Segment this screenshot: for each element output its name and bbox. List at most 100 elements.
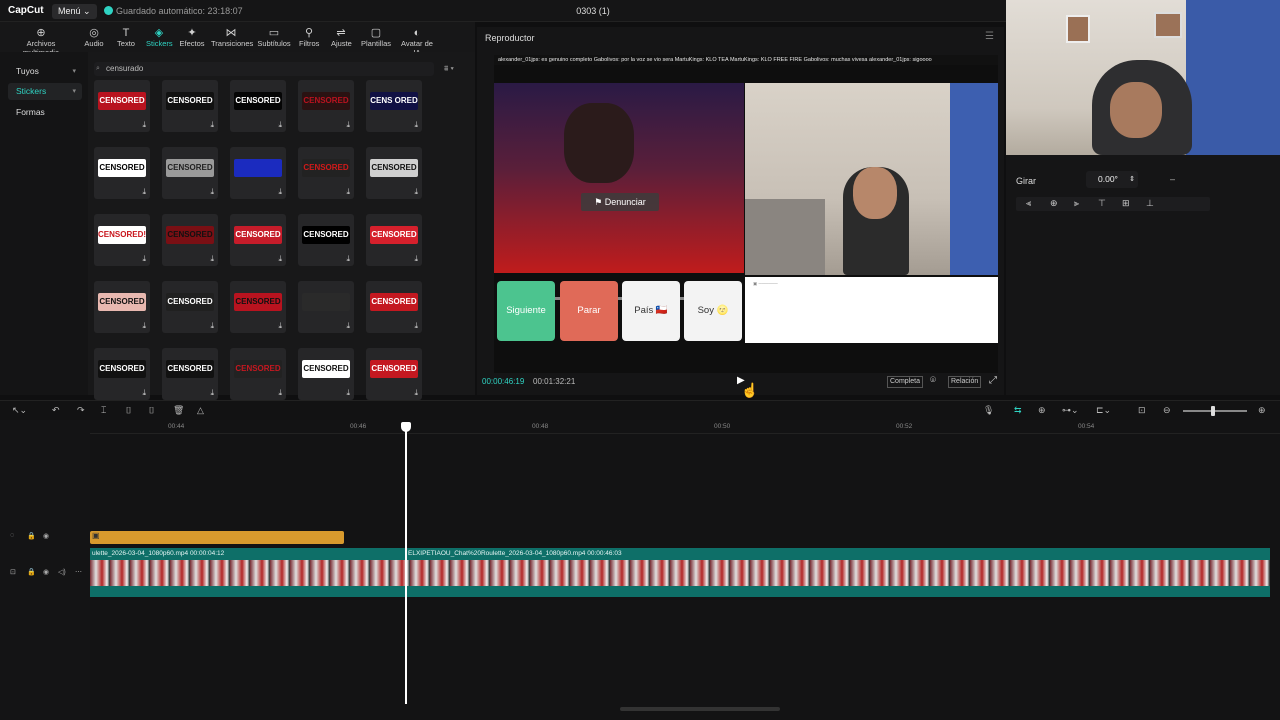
eye-icon[interactable]: ◉ (43, 532, 49, 540)
tab-transitions[interactable]: ⋈ Transiciones (211, 27, 253, 51)
track-visibility-icon[interactable]: ◌ (10, 532, 14, 539)
shield-icon[interactable]: △ (197, 405, 204, 416)
sticker-item[interactable]: CENSORED ⤓ (298, 214, 354, 266)
download-icon[interactable]: ⤓ (278, 254, 282, 264)
sticker-item[interactable]: CENSORED ⤓ (298, 348, 354, 400)
nav-item-formas[interactable]: Formas (8, 104, 82, 121)
undo-icon[interactable]: ↶ (52, 405, 60, 416)
download-icon[interactable]: ⤓ (346, 388, 350, 398)
ratio-button[interactable]: Relación (948, 376, 982, 388)
sticker-item[interactable]: CENSORED ⤓ (366, 147, 422, 199)
download-icon[interactable]: ⤓ (142, 254, 146, 264)
download-icon[interactable]: ⤓ (278, 388, 282, 398)
download-icon[interactable]: ⤓ (346, 187, 350, 197)
sticker-item[interactable]: CENSORED ⤓ (94, 348, 150, 400)
sticker-item[interactable]: CENSORED ⤓ (366, 281, 422, 333)
sticker-item[interactable]: CENSORED ⤓ (94, 281, 150, 333)
gender-button[interactable]: Soy 🌝 (684, 281, 742, 341)
playhead[interactable] (405, 422, 407, 704)
download-icon[interactable]: ⤓ (210, 388, 214, 398)
link-icon[interactable]: ⊕ (1038, 405, 1046, 416)
download-icon[interactable]: ⤓ (142, 321, 146, 331)
split-left-icon[interactable]: ⌷ (126, 405, 131, 416)
fullscreen-icon[interactable]: ⤢ (989, 375, 997, 386)
download-icon[interactable]: ⤓ (346, 321, 350, 331)
tab-templates[interactable]: ▢ Plantillas (360, 27, 392, 51)
sticker-item[interactable]: CENSORED ⤓ (94, 80, 150, 132)
align-center-h-icon[interactable]: ⊕ (1050, 198, 1058, 209)
sticker-item[interactable]: CENSORED ⤓ (298, 80, 354, 132)
sticker-item[interactable]: CENSORED ⤓ (162, 147, 218, 199)
zoom-slider[interactable] (1183, 410, 1247, 412)
microphone-icon[interactable]: 🎙 (983, 405, 994, 416)
sticker-item[interactable]: CENS ORED ⤓ (366, 80, 422, 132)
sticker-item[interactable]: CENSORED ⤓ (230, 348, 286, 400)
screenshot-icon[interactable]: ⌾ (930, 375, 936, 386)
eye-icon[interactable]: ◉ (43, 568, 49, 576)
sticker-item[interactable]: CENSORED ⤓ (230, 80, 286, 132)
download-icon[interactable]: ⤓ (278, 120, 282, 130)
report-button[interactable]: ⚑ Denunciar (581, 193, 659, 211)
tab-text[interactable]: T Texto (117, 27, 135, 51)
sticker-item[interactable]: CENSORED ⤓ (162, 80, 218, 132)
download-icon[interactable]: ⤓ (414, 254, 418, 264)
sticker-clip[interactable]: ▣ (90, 531, 344, 544)
align-center-v-icon[interactable]: ⊞ (1122, 198, 1130, 209)
time-ruler[interactable]: 00:44 00:46 00:48 00:50 00:52 00:54 (90, 420, 1280, 434)
split-icon[interactable]: ⌶ (101, 405, 106, 416)
download-icon[interactable]: ⤓ (346, 254, 350, 264)
sticker-item[interactable]: CENSORED! ⤓ (94, 214, 150, 266)
rotate-reset[interactable]: – (1170, 174, 1175, 184)
download-icon[interactable]: ⤓ (346, 120, 350, 130)
tab-audio[interactable]: ◎ Audio (84, 27, 104, 51)
download-icon[interactable]: ⤓ (414, 120, 418, 130)
timeline-scrollbar[interactable] (620, 707, 780, 711)
align-top-icon[interactable]: ⊤ (1098, 198, 1106, 209)
sticker-item[interactable]: CENSORED ⤓ (162, 281, 218, 333)
lock-icon[interactable]: 🔒 (27, 532, 36, 540)
sticker-item[interactable]: CENSORED ⤓ (366, 214, 422, 266)
download-icon[interactable]: ⤓ (278, 187, 282, 197)
select-tool-icon[interactable]: ↖⌄ (12, 405, 27, 416)
sticker-item[interactable]: CENSORED ⤓ (230, 281, 286, 333)
menu-icon[interactable]: ☰ (985, 31, 994, 42)
tab-avatar[interactable]: ◐Avatar de IA (397, 27, 437, 57)
filter-icon[interactable]: ⩩ ▾ (444, 64, 454, 74)
align-right-icon[interactable]: ⫸ (1074, 198, 1079, 209)
download-icon[interactable]: ⤓ (414, 321, 418, 331)
redo-icon[interactable]: ↷ (77, 405, 85, 416)
download-icon[interactable]: ⤓ (142, 388, 146, 398)
country-button[interactable]: País 🇨🇱 (622, 281, 680, 341)
project-title[interactable]: 0303 (1) (560, 6, 626, 16)
stepper-icon[interactable]: ⇕ (1129, 171, 1135, 188)
more-icon[interactable]: ⋯ (75, 568, 82, 576)
menu-button[interactable]: Menú ⌄ (52, 4, 97, 19)
video-preview[interactable]: alexander_01jps: es genuino completo Gab… (494, 55, 998, 373)
cover-icon[interactable]: ⊡ (10, 568, 16, 576)
split-right-icon[interactable]: ⌷ (149, 405, 154, 416)
stop-button[interactable]: Parar (560, 281, 618, 341)
download-icon[interactable]: ⤓ (414, 187, 418, 197)
sticker-item[interactable]: CENSORED ⤓ (366, 348, 422, 400)
download-icon[interactable]: ⤓ (414, 388, 418, 398)
zoom-out-icon[interactable]: ⊖ (1163, 405, 1171, 416)
download-icon[interactable]: ⤓ (210, 187, 214, 197)
full-quality-button[interactable]: Completa (887, 376, 923, 388)
sticker-item[interactable]: CENSORED ⤓ (94, 147, 150, 199)
delete-icon[interactable]: 🗑 (173, 405, 184, 416)
sticker-item[interactable]: CENSORED ⤓ (162, 348, 218, 400)
main-video-track[interactable]: ulette_2026-03-04_1080p60.mp4 00:00:04:1… (90, 548, 1270, 597)
download-icon[interactable]: ⤓ (142, 187, 146, 197)
preview-axis-icon[interactable]: ⊶⌄ (1062, 405, 1079, 416)
download-icon[interactable]: ⤓ (278, 321, 282, 331)
download-icon[interactable]: ⤓ (210, 120, 214, 130)
next-button[interactable]: Siguiente (497, 281, 555, 341)
download-icon[interactable]: ⤓ (210, 321, 214, 331)
sticker-item[interactable]: CENSORED ⤓ (230, 214, 286, 266)
zoom-slider-handle[interactable] (1211, 406, 1215, 416)
rotate-input[interactable]: 0.00° ⇕ (1086, 171, 1138, 188)
nav-item-stickers[interactable]: Stickers ▾ (8, 83, 82, 100)
tab-media[interactable]: ⊕Archivos multimedia (8, 27, 74, 57)
chat-box[interactable]: ▣ ────── (745, 277, 998, 343)
sticker-item[interactable]: CENSORED ⤓ (162, 214, 218, 266)
